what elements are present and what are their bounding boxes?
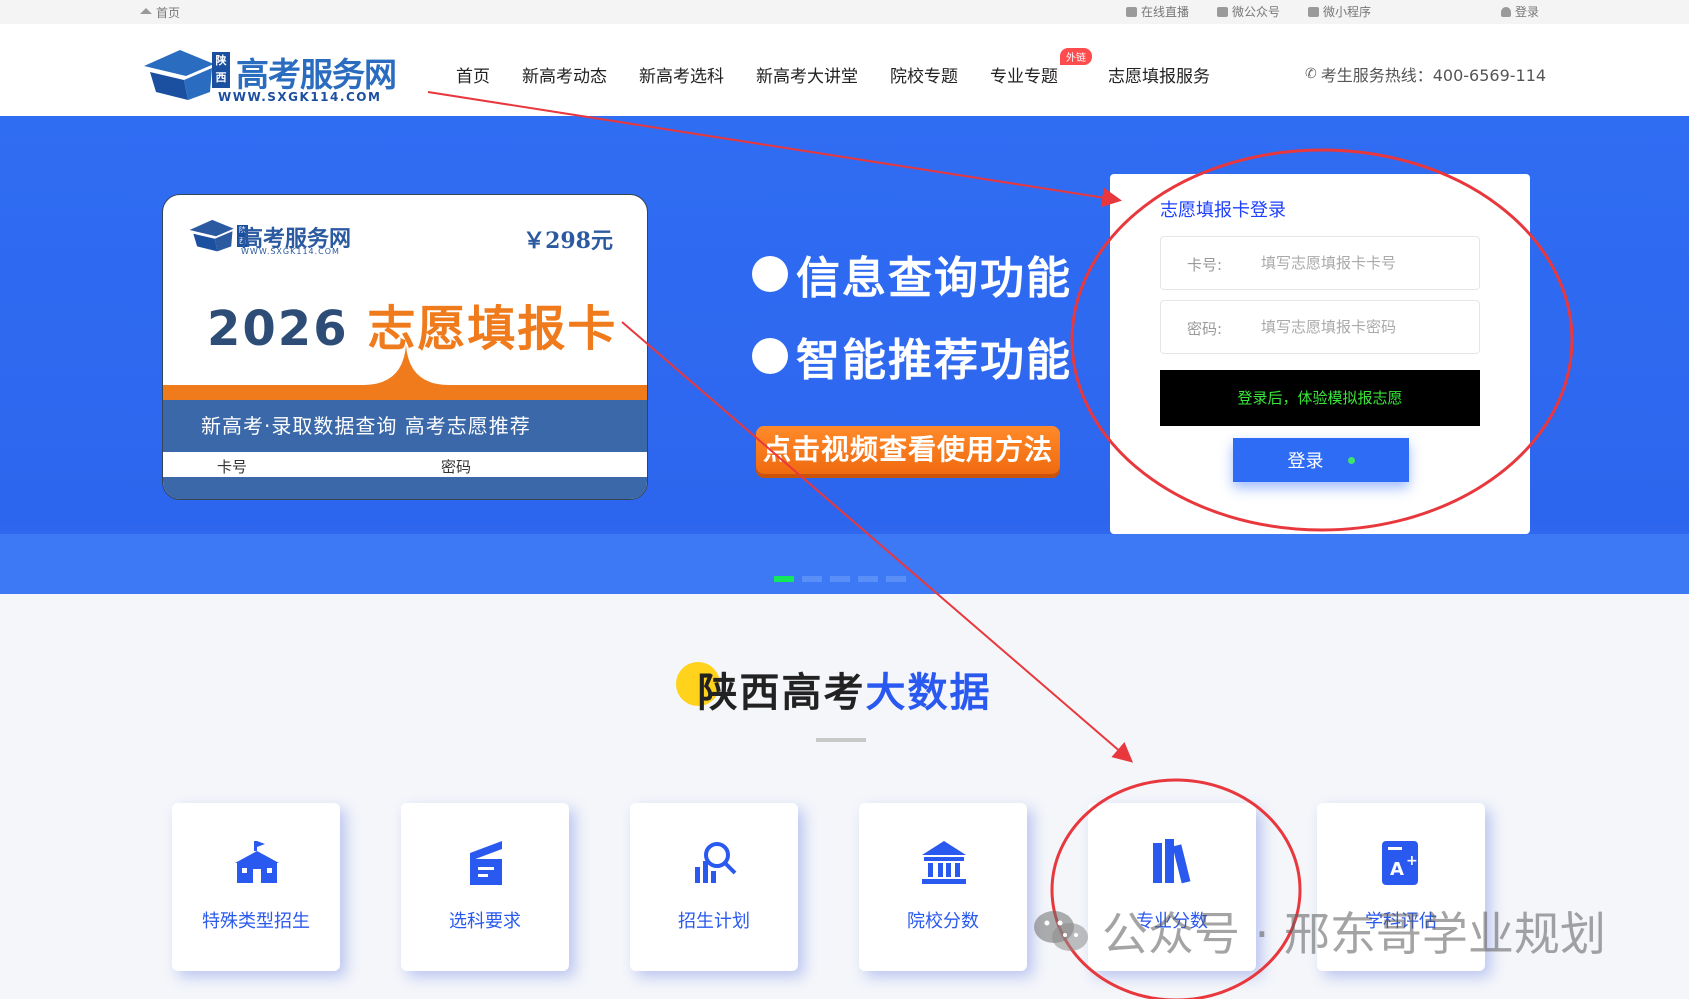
feature-smart-recommend: 智能推荐功能 — [752, 324, 1072, 388]
school-building-icon — [235, 841, 279, 883]
card-number-field: 卡号: — [1160, 236, 1480, 290]
section-title-highlight: 大数据 — [865, 670, 992, 716]
card-login-panel: 志愿填报卡登录 卡号: 密码: 登录后，体验模拟报志愿 登录 — [1110, 174, 1530, 534]
password-label: 密码: — [1187, 320, 1223, 338]
site-header: 陕西 高考服务网 WWW.SXGK114.COM 首页 新高考动态 新高考选科 … — [0, 24, 1689, 116]
tile-enrollment-plan[interactable]: 招生计划 — [630, 803, 798, 971]
top-links: 在线直播 微公众号 微小程序 登录 — [1125, 3, 1539, 20]
nav-majors-label: 专业专题 — [990, 67, 1058, 87]
nav-home[interactable]: 首页 — [456, 62, 490, 87]
password-field: 密码: — [1160, 300, 1480, 354]
svg-text:+: + — [1406, 853, 1418, 869]
nav-subject-selection[interactable]: 新高考选科 — [639, 62, 724, 87]
card-fields: 卡号 密码 — [163, 452, 647, 477]
section-title-prefix: 陕西高考 — [697, 670, 866, 716]
qrcode-icon — [1307, 6, 1319, 17]
card-number-label: 卡号: — [1187, 256, 1223, 274]
section-divider — [816, 738, 866, 742]
login-notice: 登录后，体验模拟报志愿 — [1160, 370, 1480, 426]
wechat-icon — [1034, 911, 1088, 951]
books-icon — [1153, 839, 1191, 884]
miniprogram-link-label: 微小程序 — [1322, 5, 1371, 19]
site-logo[interactable]: 陕西 高考服务网 WWW.SXGK114.COM — [140, 44, 430, 104]
top-login-link[interactable]: 登录 — [1500, 3, 1539, 20]
phone-icon: ✆ — [1305, 66, 1317, 82]
document-chart-icon — [470, 841, 502, 885]
miniprogram-link[interactable]: 微小程序 — [1307, 3, 1371, 20]
nav-application-service[interactable]: 志愿填报服务 — [1108, 62, 1210, 87]
hotline-text: 考生服务热线：400-6569-114 — [1320, 66, 1547, 85]
main-nav: 首页 新高考动态 新高考选科 新高考大讲堂 院校专题 专业专题 外链 志愿填报服… — [456, 48, 1242, 87]
hotline: ✆ 考生服务热线：400-6569-114 — [1305, 62, 1546, 86]
institution-icon — [922, 841, 966, 884]
logo-region: 陕西 — [212, 52, 230, 88]
graduation-cap-logo-icon — [144, 50, 214, 100]
login-button[interactable]: 登录 — [1233, 438, 1409, 482]
external-link-badge: 外链 — [1060, 48, 1092, 65]
graduation-cap-logo-icon — [189, 219, 234, 252]
feature-info-query-label: 信息查询功能 — [796, 253, 1072, 304]
top-login-label: 登录 — [1514, 5, 1539, 19]
card-tagline: 新高考·录取数据查询 高考志愿推荐 — [163, 400, 647, 452]
card-field-password: 密码 — [441, 458, 472, 476]
carousel-dot-2[interactable] — [802, 576, 822, 582]
nav-colleges[interactable]: 院校专题 — [890, 62, 958, 87]
card-bottom-band — [163, 477, 647, 499]
live-link[interactable]: 在线直播 — [1125, 3, 1189, 20]
carousel-indicators — [774, 576, 906, 582]
tile-college-scores[interactable]: 院校分数 — [859, 803, 1027, 971]
login-button-label: 登录 — [1287, 451, 1324, 471]
carousel-dot-5[interactable] — [886, 576, 906, 582]
nav-news[interactable]: 新高考动态 — [522, 62, 607, 87]
banner-bottom-stripe — [0, 534, 1689, 594]
bullet-dot — [752, 256, 788, 292]
svg-text:A: A — [1390, 859, 1404, 880]
card-field-number: 卡号 — [217, 458, 248, 476]
watch-video-button[interactable]: 点击视频查看使用方法 — [756, 426, 1060, 474]
carousel-dot-1[interactable] — [774, 576, 794, 582]
home-link-label: 首页 — [156, 6, 181, 20]
watermark: 公众号 · 邢东哥学业规划 — [1030, 898, 1606, 964]
tile-subject-requirements[interactable]: 选科要求 — [401, 803, 569, 971]
watermark-text: 公众号 · 邢东哥学业规划 — [1102, 907, 1606, 961]
wechat-link-label: 微公众号 — [1231, 5, 1280, 19]
user-icon — [1500, 6, 1511, 17]
grade-a-plus-icon: A + — [1382, 841, 1418, 885]
card-logo-url: WWW.SXGK114.COM — [241, 247, 340, 256]
card-price: ￥298元 — [523, 228, 613, 254]
hero-banner: 陕西 高考服务网 WWW.SXGK114.COM ￥298元 2026 志愿填报… — [0, 116, 1689, 594]
section-title: 陕西高考大数据 — [0, 660, 1689, 718]
bullet-dot — [752, 338, 788, 374]
live-icon — [1125, 6, 1137, 17]
tile-special-admission[interactable]: 特殊类型招生 — [172, 803, 340, 971]
tile-label: 特殊类型招生 — [202, 911, 310, 932]
nav-lectures[interactable]: 新高考大讲堂 — [756, 62, 858, 87]
top-utility-bar: 首页 在线直播 微公众号 微小程序 登录 — [0, 0, 1689, 24]
carousel-dot-3[interactable] — [830, 576, 850, 582]
password-input[interactable] — [1261, 311, 1461, 343]
nav-majors[interactable]: 专业专题 外链 — [990, 48, 1092, 87]
tile-label: 招生计划 — [678, 911, 750, 932]
card-wave-decoration — [163, 345, 647, 405]
feature-smart-recommend-label: 智能推荐功能 — [796, 335, 1072, 386]
tile-label: 院校分数 — [907, 911, 979, 932]
live-link-label: 在线直播 — [1140, 5, 1189, 19]
carousel-dot-4[interactable] — [858, 576, 878, 582]
qrcode-icon — [1216, 6, 1228, 17]
application-card-image[interactable]: 陕西 高考服务网 WWW.SXGK114.COM ￥298元 2026 志愿填报… — [162, 194, 648, 500]
logo-title: 高考服务网 — [236, 55, 397, 94]
feature-info-query: 信息查询功能 — [752, 242, 1072, 306]
tile-label: 选科要求 — [449, 911, 521, 932]
login-title: 志愿填报卡登录 — [1160, 200, 1286, 221]
home-icon — [140, 7, 152, 14]
logo-url: WWW.SXGK114.COM — [218, 90, 382, 104]
card-number-input[interactable] — [1261, 247, 1461, 279]
status-dot — [1347, 456, 1355, 464]
wechat-link[interactable]: 微公众号 — [1216, 3, 1280, 20]
home-link[interactable]: 首页 — [140, 4, 180, 21]
search-chart-icon — [695, 842, 737, 883]
